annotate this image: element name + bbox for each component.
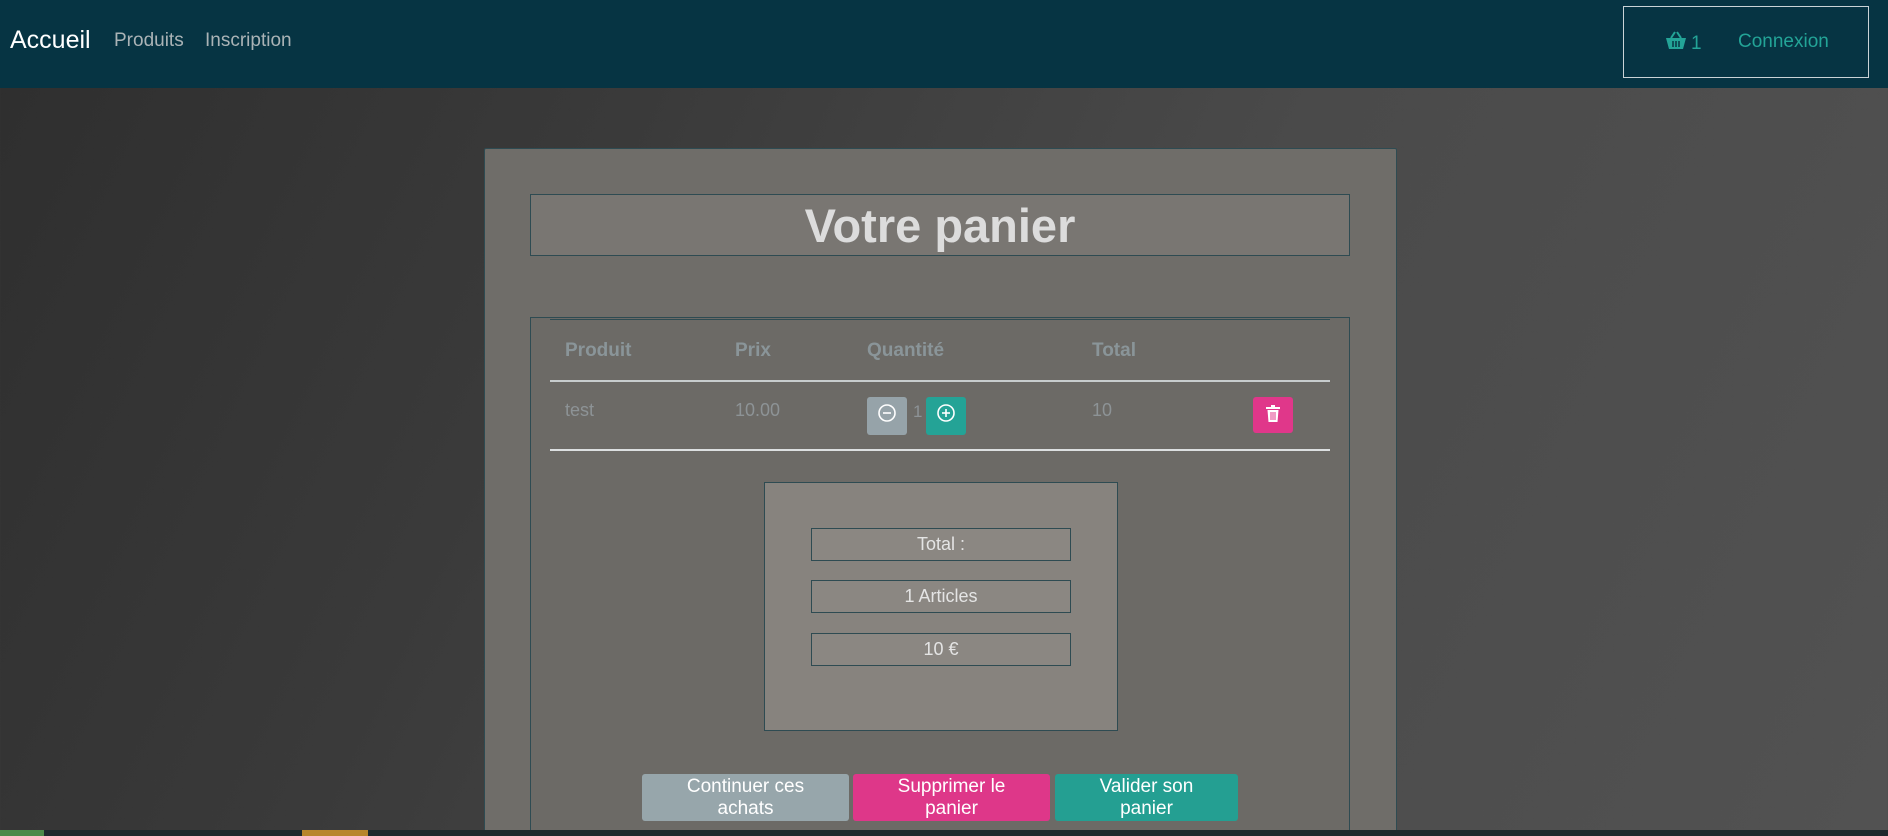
page-title: Votre panier (530, 194, 1350, 256)
row-product: test (565, 400, 595, 420)
plus-circle-icon (936, 403, 956, 429)
summary-label: Total : (811, 528, 1071, 561)
row-price: 10.00 (735, 400, 781, 420)
brand-link[interactable]: Accueil (10, 26, 91, 55)
summary-amount: 10 € (811, 633, 1071, 666)
table-top-divider (550, 319, 1330, 320)
taskbar-item (0, 830, 44, 836)
continue-shopping-button[interactable]: Continuer ces achats (642, 774, 849, 821)
summary-articles: 1 Articles (811, 580, 1071, 613)
header-prix: Prix (735, 340, 771, 361)
cart-page-panel: Votre panier Produit Prix Quantité Total… (484, 148, 1397, 836)
taskbar-strip (0, 830, 1888, 836)
cart-panel: Produit Prix Quantité Total test 10.00 1 (530, 317, 1350, 836)
decrease-quantity-button[interactable] (867, 397, 907, 435)
cart-link[interactable]: 1 (1665, 31, 1702, 57)
cart-count: 1 (1691, 33, 1702, 54)
taskbar-item (302, 830, 368, 836)
delete-item-button[interactable] (1253, 397, 1293, 433)
header-produit: Produit (565, 340, 632, 361)
trash-icon (1265, 404, 1281, 426)
minus-circle-icon (877, 403, 897, 429)
login-link[interactable]: Connexion (1738, 31, 1829, 53)
clear-cart-button[interactable]: Supprimer le panier (853, 774, 1050, 821)
header-divider (550, 380, 1330, 382)
nav-link-produits[interactable]: Produits (114, 30, 184, 52)
validate-cart-button[interactable]: Valider son panier (1055, 774, 1238, 821)
nav-link-inscription[interactable]: Inscription (205, 30, 292, 52)
row-total: 10 (1092, 400, 1113, 420)
increase-quantity-button[interactable] (926, 397, 966, 435)
basket-icon (1665, 31, 1687, 57)
nav-right-box: 1 Connexion (1623, 6, 1869, 78)
row-divider (550, 449, 1330, 451)
row-quantity: 1 (913, 402, 923, 421)
header-total: Total (1092, 340, 1136, 361)
navbar: Accueil Produits Inscription 1 Connexion (0, 0, 1888, 88)
header-quantite: Quantité (867, 340, 945, 361)
cart-summary: Total : 1 Articles 10 € (764, 482, 1118, 731)
